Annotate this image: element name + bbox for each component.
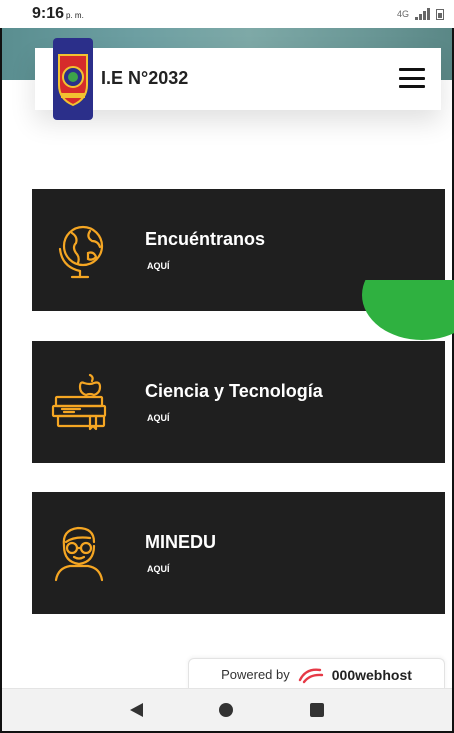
globe-icon (58, 225, 104, 279)
aqui-link[interactable]: AQUÍ (147, 261, 170, 271)
powered-by-badge[interactable]: Powered by 000webhost (188, 658, 445, 690)
status-bar: 9:16 p. m. 4G (0, 0, 454, 28)
webhost-logo-icon (298, 668, 323, 683)
status-time: 9:16 p. m. (32, 5, 84, 22)
back-icon[interactable] (130, 703, 144, 717)
student-icon (54, 526, 104, 582)
aqui-link[interactable]: AQUÍ (147, 564, 170, 574)
signal-icon (415, 8, 430, 20)
card-title: Encuéntranos (145, 229, 266, 249)
powered-by-brand: 000webhost (331, 666, 412, 683)
site-title[interactable]: I.E N°2032 (101, 68, 188, 89)
school-logo[interactable] (53, 38, 93, 120)
home-icon[interactable] (219, 703, 234, 717)
card-minedu[interactable]: MINEDU AQUÍ (32, 492, 445, 614)
whatsapp-chat-button[interactable] (362, 280, 454, 340)
android-nav-bar (2, 688, 452, 731)
card-ciencia-tecnologia[interactable]: Ciencia y Tecnología AQUÍ (32, 341, 445, 463)
card-title: MINEDU (145, 532, 216, 552)
hamburger-menu-button[interactable] (399, 68, 425, 88)
school-crest-icon (58, 54, 88, 107)
books-apple-icon (51, 373, 107, 431)
powered-by-label: Powered by (221, 667, 290, 682)
aqui-link[interactable]: AQUÍ (147, 413, 170, 423)
battery-icon (436, 8, 444, 20)
card-title: Ciencia y Tecnología (145, 381, 323, 401)
status-icons: 4G (397, 8, 444, 20)
site-header: I.E N°2032 (35, 38, 441, 120)
network-label: 4G (396, 9, 409, 19)
recent-apps-icon[interactable] (309, 703, 324, 717)
